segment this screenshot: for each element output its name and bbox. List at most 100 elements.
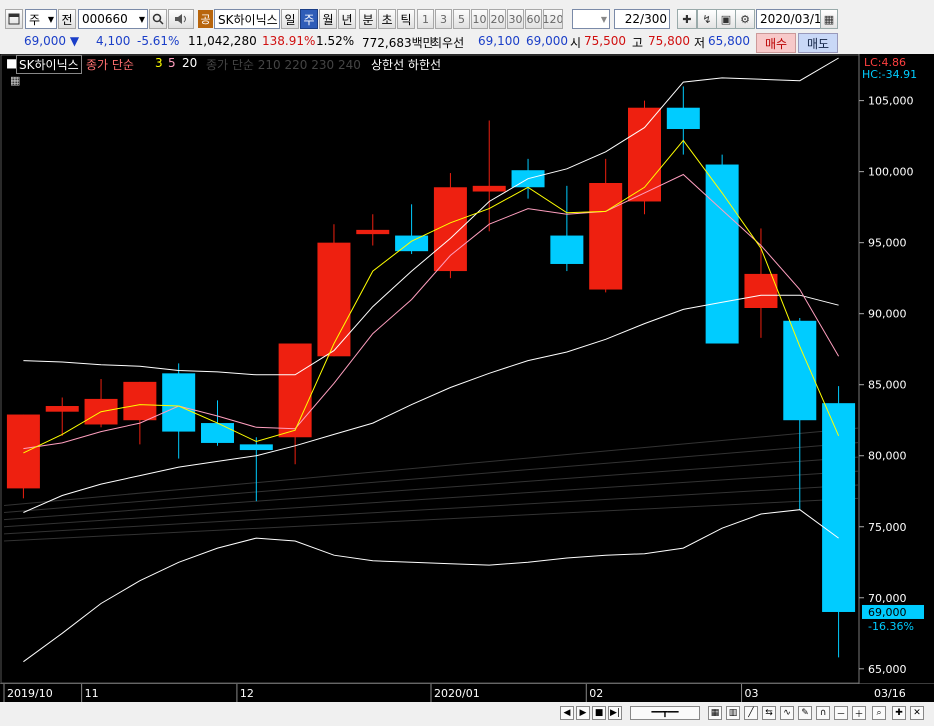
save-icon[interactable]: ▣ — [716, 9, 736, 29]
candle-body — [201, 423, 234, 443]
gear-icon[interactable]: ⚙ — [735, 9, 755, 29]
line-chart-icon[interactable]: ╱ — [744, 706, 758, 720]
calendar-icon[interactable]: ▦ — [820, 9, 838, 29]
period-tab[interactable]: 초 — [378, 9, 396, 29]
search-icon[interactable] — [149, 9, 167, 29]
x-tick-label: 2020/01 — [434, 687, 480, 700]
step-forward-icon[interactable]: ▶| — [608, 706, 622, 720]
candle-body — [783, 320, 817, 421]
x-tick-label: 02 — [589, 687, 603, 700]
candle-body — [45, 406, 79, 412]
quote-price-value: 69,000 — [24, 34, 66, 48]
candle-body — [550, 235, 584, 264]
extra-select[interactable]: ▼ — [572, 9, 610, 29]
legend-stock-name: SK하이닉스 — [16, 55, 82, 74]
period-tab[interactable]: 년 — [338, 9, 356, 29]
zoom-in-icon[interactable]: ＋ — [852, 706, 866, 720]
draw-icon[interactable]: ✎ — [798, 706, 812, 720]
legend-ma-long: 종가 단순 210 220 230 240 — [206, 58, 361, 72]
zoom-slider[interactable]: ━━┳━━ — [630, 706, 700, 720]
x-tick-label: 11 — [85, 687, 99, 700]
close-icon[interactable]: ✕ — [910, 706, 924, 720]
compare-icon[interactable]: ⇆ — [762, 706, 776, 720]
stop-icon[interactable]: ■ — [592, 706, 606, 720]
interval-button[interactable]: 60 — [525, 9, 542, 29]
high-price: 75,800 — [648, 34, 690, 48]
magnet-icon[interactable]: ∩ — [816, 706, 830, 720]
x-tick-label: 2019/10 — [7, 687, 53, 700]
candle-body — [356, 229, 390, 235]
period-tab[interactable]: 주 — [300, 9, 318, 29]
candle-body — [395, 235, 429, 252]
candle-body — [666, 107, 700, 130]
legend-limit-lines: 상한선 하한선 — [371, 58, 442, 72]
current-pct-label: -16.36% — [868, 620, 914, 633]
candle-body — [472, 185, 506, 192]
quote-volume: 11,042,280 — [188, 34, 257, 48]
period-tab[interactable]: 월 — [319, 9, 337, 29]
candle-count-field[interactable]: 22/300 — [614, 9, 670, 29]
interval-button[interactable]: 20 — [489, 9, 506, 29]
interval-button[interactable]: 30 — [507, 9, 524, 29]
down-arrow-icon: ▼ — [69, 34, 80, 48]
scroll-left-icon[interactable]: ◀ — [560, 706, 574, 720]
y-tick-label: 85,000 — [868, 379, 907, 392]
x-tick-label: 03 — [745, 687, 759, 700]
interval-button[interactable]: 120 — [543, 9, 563, 29]
long-ma-line — [3, 470, 859, 528]
plot-frame — [0, 54, 860, 684]
bar-chart-icon[interactable]: ▥ — [726, 706, 740, 720]
candle-body — [317, 242, 351, 357]
zoom-out-icon[interactable]: － — [834, 706, 848, 720]
speaker-icon[interactable] — [168, 9, 194, 29]
stock-name-field: SK하이닉스 — [214, 9, 280, 29]
add-icon[interactable]: ✚ — [892, 706, 906, 720]
quote-change: 4,100 — [96, 34, 131, 48]
candlestick-chart[interactable]: 65,000 70,000 75,000 80,000 85,000 90,000 95,0… — [0, 54, 934, 702]
period-select-value: 주 — [29, 12, 41, 27]
y-tick-label: 70,000 — [868, 592, 907, 605]
prev-button[interactable]: 전 — [58, 9, 76, 29]
candle-body — [278, 343, 312, 438]
interval-button[interactable]: 5 — [453, 9, 470, 29]
buy-button[interactable]: 매수 — [756, 33, 796, 53]
interval-button[interactable]: 3 — [435, 9, 452, 29]
candle-body — [589, 183, 623, 290]
candle-body — [239, 444, 273, 451]
legend-ma-label: 종가 단순 — [86, 58, 134, 72]
magnifier-icon[interactable]: ⌕ — [872, 706, 886, 720]
period-select[interactable]: 주 ▼ — [25, 9, 57, 29]
stock-code-input[interactable]: 000660 ▼ — [78, 9, 148, 29]
best-ask: 69,100 — [478, 34, 520, 48]
period-tab[interactable]: 일 — [281, 9, 299, 29]
chevron-down-icon: ▼ — [600, 14, 607, 24]
interval-button[interactable]: 1 — [417, 9, 434, 29]
y-tick-label: 95,000 — [868, 237, 907, 250]
chart-tool-icon[interactable]: ↯ — [697, 9, 717, 29]
candle-body — [162, 373, 196, 432]
chart-area[interactable]: 65,000 70,000 75,000 80,000 85,000 90,000 95,0… — [0, 54, 934, 702]
quote-price: 69,000 ▼ — [24, 34, 79, 48]
crosshair-icon[interactable]: ✚ — [677, 9, 697, 29]
candle-count: 22 — [624, 12, 641, 26]
candle-body — [6, 414, 40, 489]
window-glyph-icon — [8, 13, 20, 25]
candle-body — [123, 381, 157, 421]
play-icon[interactable]: ▶ — [576, 706, 590, 720]
interval-button[interactable]: 10 — [471, 9, 488, 29]
window-icon[interactable] — [5, 9, 23, 29]
y-tick-label: 90,000 — [868, 308, 907, 321]
chart-type-icon[interactable]: ▦ — [708, 706, 722, 720]
candle-body — [822, 403, 856, 612]
hc-indicator: HC:-34.91 — [862, 68, 918, 81]
current-price-label: 69,000 — [868, 606, 907, 619]
open-price: 75,500 — [584, 34, 626, 48]
candle-count-total: /300 — [640, 12, 667, 26]
x-tick-label: 12 — [240, 687, 254, 700]
table-grid-icon[interactable]: ▦ — [10, 74, 20, 87]
indicator-icon[interactable]: ∿ — [780, 706, 794, 720]
period-tab[interactable]: 분 — [359, 9, 377, 29]
period-tab[interactable]: 틱 — [397, 9, 415, 29]
y-tick-label: 105,000 — [868, 95, 914, 108]
sell-button[interactable]: 매도 — [798, 33, 838, 53]
